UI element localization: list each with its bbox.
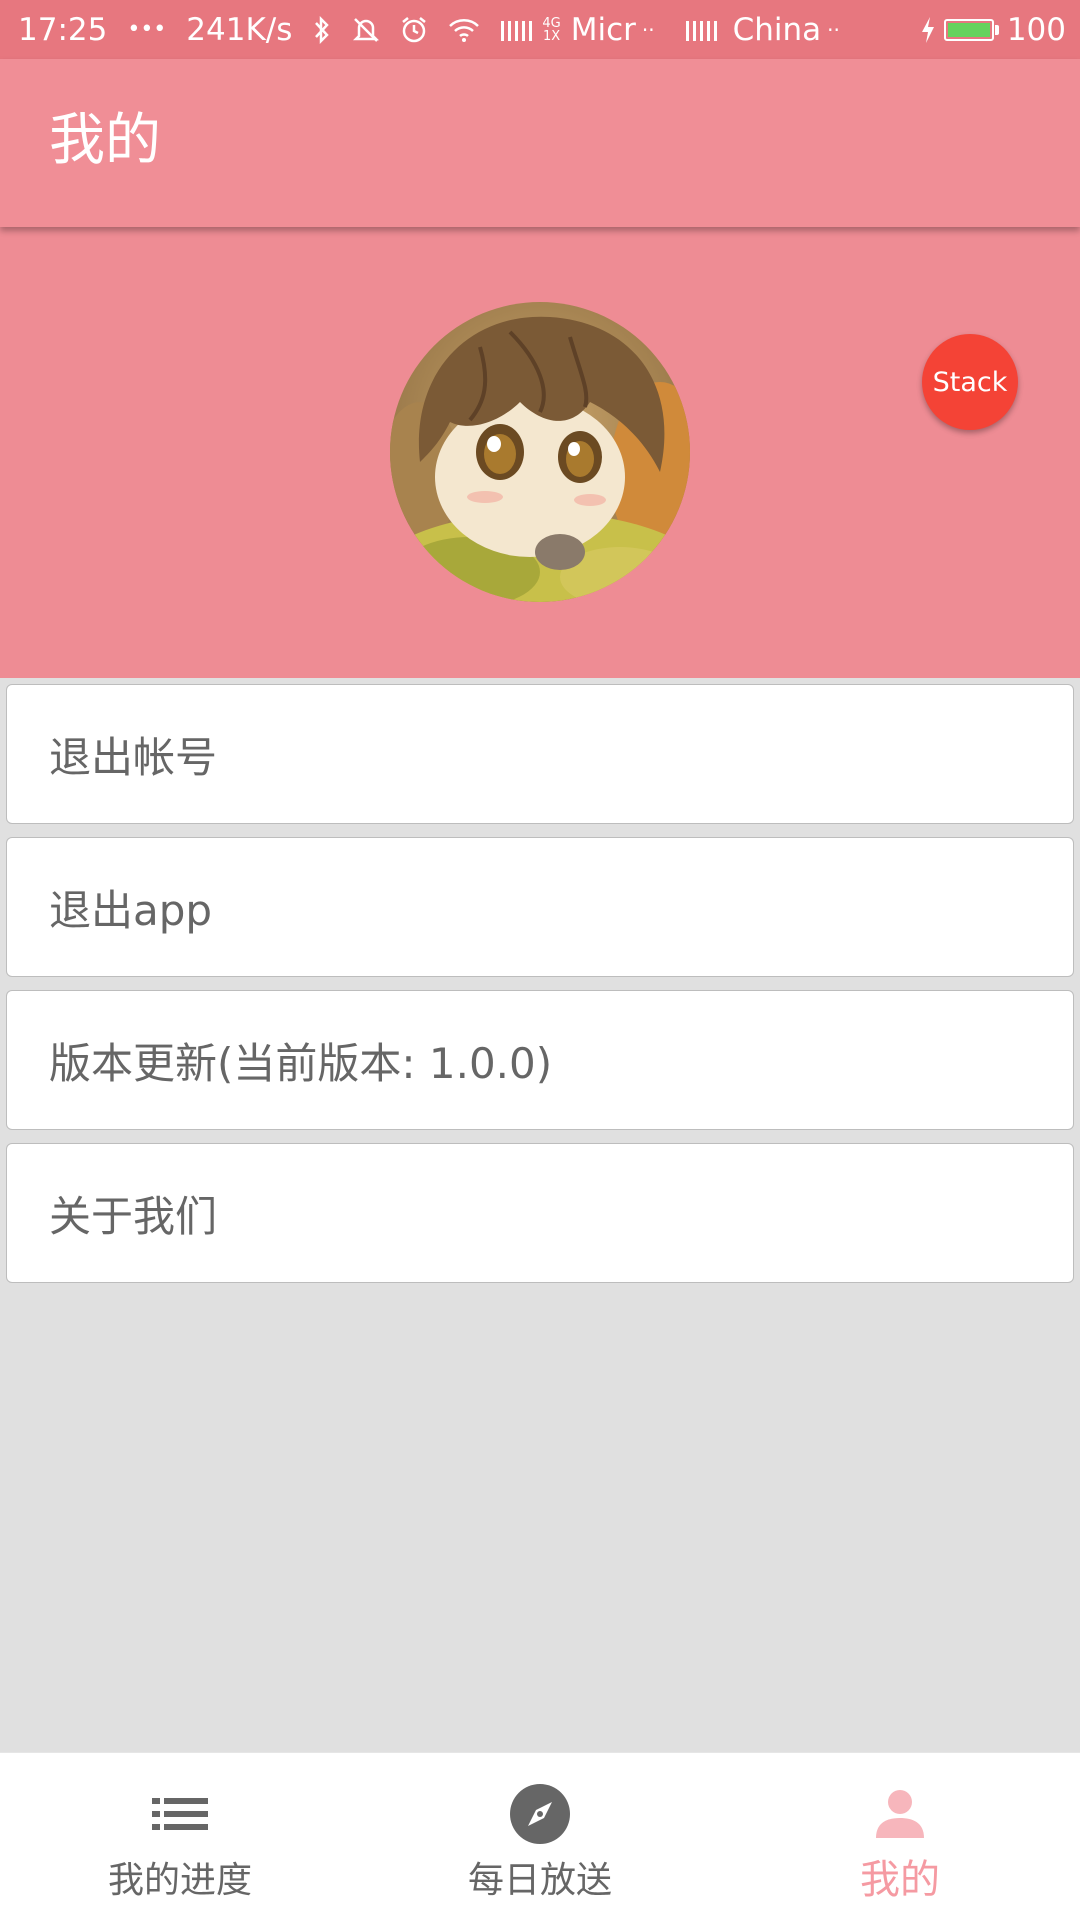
status-more-dots: •••	[127, 17, 167, 42]
avatar[interactable]	[390, 302, 690, 602]
nav-item-my-progress[interactable]: 我的进度	[0, 1753, 360, 1920]
carrier-1-dots: ··	[641, 17, 655, 42]
exit-app-item[interactable]: 退出app	[6, 837, 1074, 977]
signal-bars-2-icon	[685, 17, 721, 43]
nav-label-daily-broadcast: 每日放送	[467, 1860, 612, 1901]
logout-account-item[interactable]: 退出帐号	[6, 684, 1074, 824]
settings-menu: 退出帐号 退出app 版本更新(当前版本: 1.0.0) 关于我们	[6, 684, 1074, 1296]
wifi-icon	[448, 17, 480, 43]
charging-icon	[920, 16, 936, 44]
nav-item-mine[interactable]: 我的	[720, 1753, 1080, 1920]
profile-banner: Stack	[0, 227, 1080, 678]
carrier-2-dots: ··	[827, 17, 840, 42]
nav-label-mine: 我的	[860, 1857, 940, 1903]
carrier-2: China	[732, 11, 822, 48]
anime-avatar-icon	[390, 302, 690, 602]
status-net-speed: 241K/s	[186, 11, 293, 48]
bluetooth-icon	[312, 15, 332, 44]
about-us-item[interactable]: 关于我们	[6, 1143, 1074, 1283]
signal-bars-icon	[500, 17, 536, 43]
battery-icon	[943, 18, 999, 41]
person-icon	[874, 1783, 926, 1845]
battery-percent: 100	[1006, 11, 1066, 48]
network-4g-label: 4G	[542, 15, 561, 31]
status-bar: 17:25 ••• 241K/s 4G 1X Micr ·· China ·· …	[0, 0, 1080, 59]
version-update-item[interactable]: 版本更新(当前版本: 1.0.0)	[6, 990, 1074, 1130]
network-type: 4G 1X	[542, 17, 560, 43]
list-icon	[152, 1783, 208, 1845]
page-title: 我的	[49, 108, 161, 173]
screen: 17:25 ••• 241K/s 4G 1X Micr ·· China ·· …	[0, 0, 1080, 1920]
alarm-icon	[400, 16, 428, 44]
stack-button[interactable]: Stack	[922, 334, 1018, 430]
bell-off-icon	[352, 16, 380, 44]
network-1x-label: 1X	[542, 28, 561, 44]
battery-fill	[947, 22, 990, 37]
carrier-1: Micr	[570, 11, 636, 48]
nav-item-daily-broadcast[interactable]: 每日放送	[360, 1753, 720, 1920]
compass-icon	[510, 1783, 570, 1845]
status-time: 17:25	[18, 11, 108, 48]
app-bar: 我的	[0, 59, 1080, 227]
nav-label-my-progress: 我的进度	[107, 1860, 252, 1901]
bottom-nav: 我的进度 每日放送 我的	[0, 1752, 1080, 1920]
